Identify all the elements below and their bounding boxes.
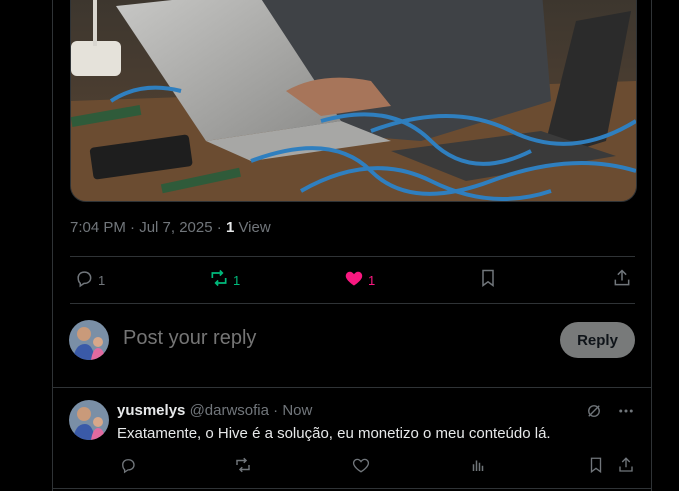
reply-icon[interactable] — [119, 456, 137, 474]
post-meta: 7:04 PM · Jul 7, 2025 · 1 View — [70, 219, 271, 236]
heart-icon[interactable] — [352, 456, 370, 474]
timeline-column: 7:04 PM · Jul 7, 2025 · 1 View 1 1 1 Pos… — [52, 0, 652, 491]
heart-icon — [344, 268, 364, 293]
analytics-icon[interactable] — [469, 456, 487, 474]
reply-icon — [74, 268, 94, 293]
post-media-image[interactable] — [70, 0, 637, 202]
tweet-text: Exatamente, o Hive é a solução, eu monet… — [117, 425, 551, 442]
tweet-header: yusmelys @darwsofia · Now — [117, 402, 312, 419]
divider — [53, 488, 651, 489]
laptop-photo — [71, 0, 636, 201]
share-icon — [612, 268, 632, 293]
tweet-tools — [585, 402, 635, 420]
meta-separator: · — [212, 219, 226, 236]
avatar[interactable] — [69, 320, 109, 360]
like-count: 1 — [368, 272, 376, 288]
reply-composer: Reply — [69, 320, 635, 364]
post-action-bar: 1 1 1 — [70, 257, 635, 303]
user-handle[interactable]: @darwsofia — [190, 402, 269, 419]
post-timestamp[interactable]: 7:04 PM · Jul 7, 2025 — [70, 219, 213, 236]
avatar[interactable] — [69, 400, 109, 440]
views-label: View — [238, 219, 271, 236]
share-icon[interactable] — [617, 456, 635, 474]
display-name[interactable]: yusmelys — [117, 402, 185, 419]
repost-count: 1 — [233, 272, 241, 288]
repost-icon — [209, 268, 229, 293]
tweet-action-bar — [117, 456, 635, 476]
divider — [53, 387, 651, 388]
repost-icon[interactable] — [234, 456, 252, 474]
bookmark-action[interactable] — [478, 257, 498, 303]
tweet-time[interactable]: Now — [282, 402, 312, 419]
share-action[interactable] — [612, 257, 632, 303]
meta-separator: · — [269, 402, 283, 419]
more-icon[interactable] — [617, 402, 635, 420]
bookmark-icon[interactable] — [587, 456, 605, 474]
repost-action[interactable]: 1 — [209, 257, 240, 303]
bookmark-icon — [478, 268, 498, 293]
grok-icon[interactable] — [585, 402, 603, 420]
reply-input[interactable] — [121, 326, 545, 351]
divider — [70, 303, 635, 304]
reply-action[interactable]: 1 — [74, 257, 105, 303]
views-count: 1 — [225, 219, 235, 236]
reply-count: 1 — [98, 272, 106, 288]
reply-button[interactable]: Reply — [560, 322, 635, 358]
like-action[interactable]: 1 — [344, 257, 375, 303]
